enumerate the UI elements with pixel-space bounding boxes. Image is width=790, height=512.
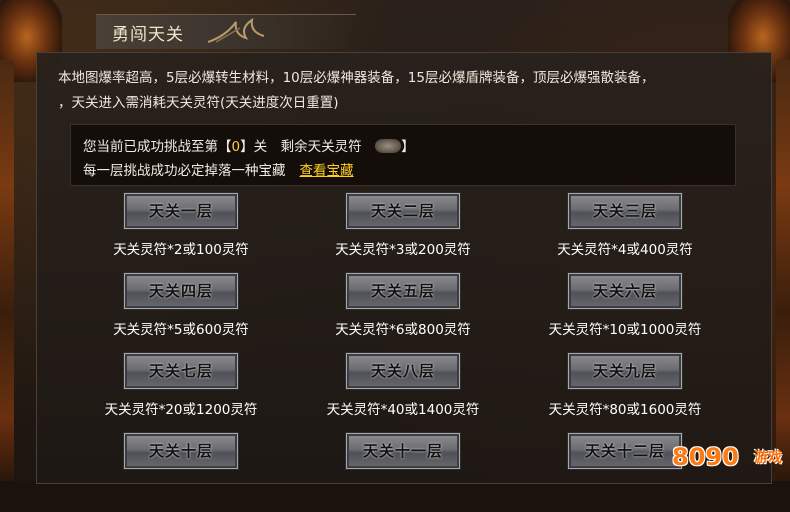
intro-line-2: ，天关进入需消耗天关灵符(天关进度次日重置) bbox=[58, 95, 339, 111]
floor-8-cost: 天关灵符*40或1400灵符 bbox=[326, 402, 480, 418]
floor-3-button[interactable]: 天关三层 bbox=[567, 192, 683, 230]
window-title: 勇闯天关 bbox=[112, 25, 184, 45]
progress-line: 您当前已成功挑战至第【0】关 剩余天关灵符 】 bbox=[83, 135, 415, 155]
watermark-logo-cn: 游戏 bbox=[754, 450, 782, 466]
floor-12-button[interactable]: 天关十二层 bbox=[567, 432, 683, 470]
floor-8-button[interactable]: 天关八层 bbox=[345, 352, 461, 390]
floor-6-cost: 天关灵符*10或1000灵符 bbox=[548, 322, 702, 338]
floor-7-cost: 天关灵符*20或1200灵符 bbox=[104, 402, 258, 418]
floor-cell: 天关一层 天关灵符*2或100灵符 bbox=[70, 192, 292, 272]
status-box: 您当前已成功挑战至第【0】关 剩余天关灵符 】 每一层挑战成功必定掉落一种宝藏查… bbox=[70, 124, 736, 186]
floor-5-cost: 天关灵符*6或800灵符 bbox=[335, 322, 471, 338]
frame-right-border bbox=[776, 60, 790, 481]
floor-cell: 天关四层 天关灵符*5或600灵符 bbox=[70, 272, 292, 352]
intro-text: 本地图爆率超高，5层必爆转生材料，10层必爆神器装备，15层必爆盾牌装备，顶层必… bbox=[58, 66, 758, 116]
reward-text: 每一层挑战成功必定掉落一种宝藏 bbox=[83, 163, 286, 179]
watermark-logo: 8090 游戏 bbox=[672, 427, 782, 473]
intro-line-1: 本地图爆率超高，5层必爆转生材料，10层必爆神器装备，15层必爆盾牌装备，顶层必… bbox=[58, 70, 655, 86]
floor-cell: 天关七层 天关灵符*20或1200灵符 bbox=[70, 352, 292, 432]
floor-4-cost: 天关灵符*5或600灵符 bbox=[113, 322, 249, 338]
floor-11-button[interactable]: 天关十一层 bbox=[345, 432, 461, 470]
reward-line: 每一层挑战成功必定掉落一种宝藏 查看宝藏 bbox=[83, 159, 354, 179]
floor-3-cost: 天关灵符*4或400灵符 bbox=[557, 242, 693, 258]
floor-cell: 天关五层 天关灵符*6或800灵符 bbox=[292, 272, 514, 352]
floor-cell: 天关二层 天关灵符*3或200灵符 bbox=[292, 192, 514, 272]
floor-cell: 天关十一层 bbox=[292, 432, 514, 512]
frame-left-border bbox=[0, 60, 14, 481]
title-ornament-icon bbox=[207, 17, 265, 43]
floor-2-cost: 天关灵符*3或200灵符 bbox=[335, 242, 471, 258]
progress-prefix: 您当前已成功挑战至第【 bbox=[83, 139, 232, 155]
floor-7-button[interactable]: 天关七层 bbox=[123, 352, 239, 390]
floor-cell: 天关三层 天关灵符*4或400灵符 bbox=[514, 192, 736, 272]
floor-1-button[interactable]: 天关一层 bbox=[123, 192, 239, 230]
floor-cell: 天关六层 天关灵符*10或1000灵符 bbox=[514, 272, 736, 352]
floor-9-cost: 天关灵符*80或1600灵符 bbox=[548, 402, 702, 418]
floor-cell: 天关九层 天关灵符*80或1600灵符 bbox=[514, 352, 736, 432]
floor-5-button[interactable]: 天关五层 bbox=[345, 272, 461, 310]
progress-suffix: 】关 剩余天关灵符 bbox=[240, 139, 362, 155]
floor-9-button[interactable]: 天关九层 bbox=[567, 352, 683, 390]
view-treasure-link[interactable]: 查看宝藏 bbox=[300, 163, 354, 179]
watermark-logo-number: 8090 bbox=[672, 443, 739, 471]
floor-4-button[interactable]: 天关四层 bbox=[123, 272, 239, 310]
remaining-talisman-count-blurred bbox=[375, 139, 402, 153]
floor-10-button[interactable]: 天关十层 bbox=[123, 432, 239, 470]
floor-cell: 天关八层 天关灵符*40或1400灵符 bbox=[292, 352, 514, 432]
floor-2-button[interactable]: 天关二层 bbox=[345, 192, 461, 230]
remain-suffix: 】 bbox=[401, 139, 415, 155]
progress-value: 0 bbox=[231, 139, 241, 155]
floor-1-cost: 天关灵符*2或100灵符 bbox=[113, 242, 249, 258]
floor-cell: 天关十层 bbox=[70, 432, 292, 512]
floor-6-button[interactable]: 天关六层 bbox=[567, 272, 683, 310]
